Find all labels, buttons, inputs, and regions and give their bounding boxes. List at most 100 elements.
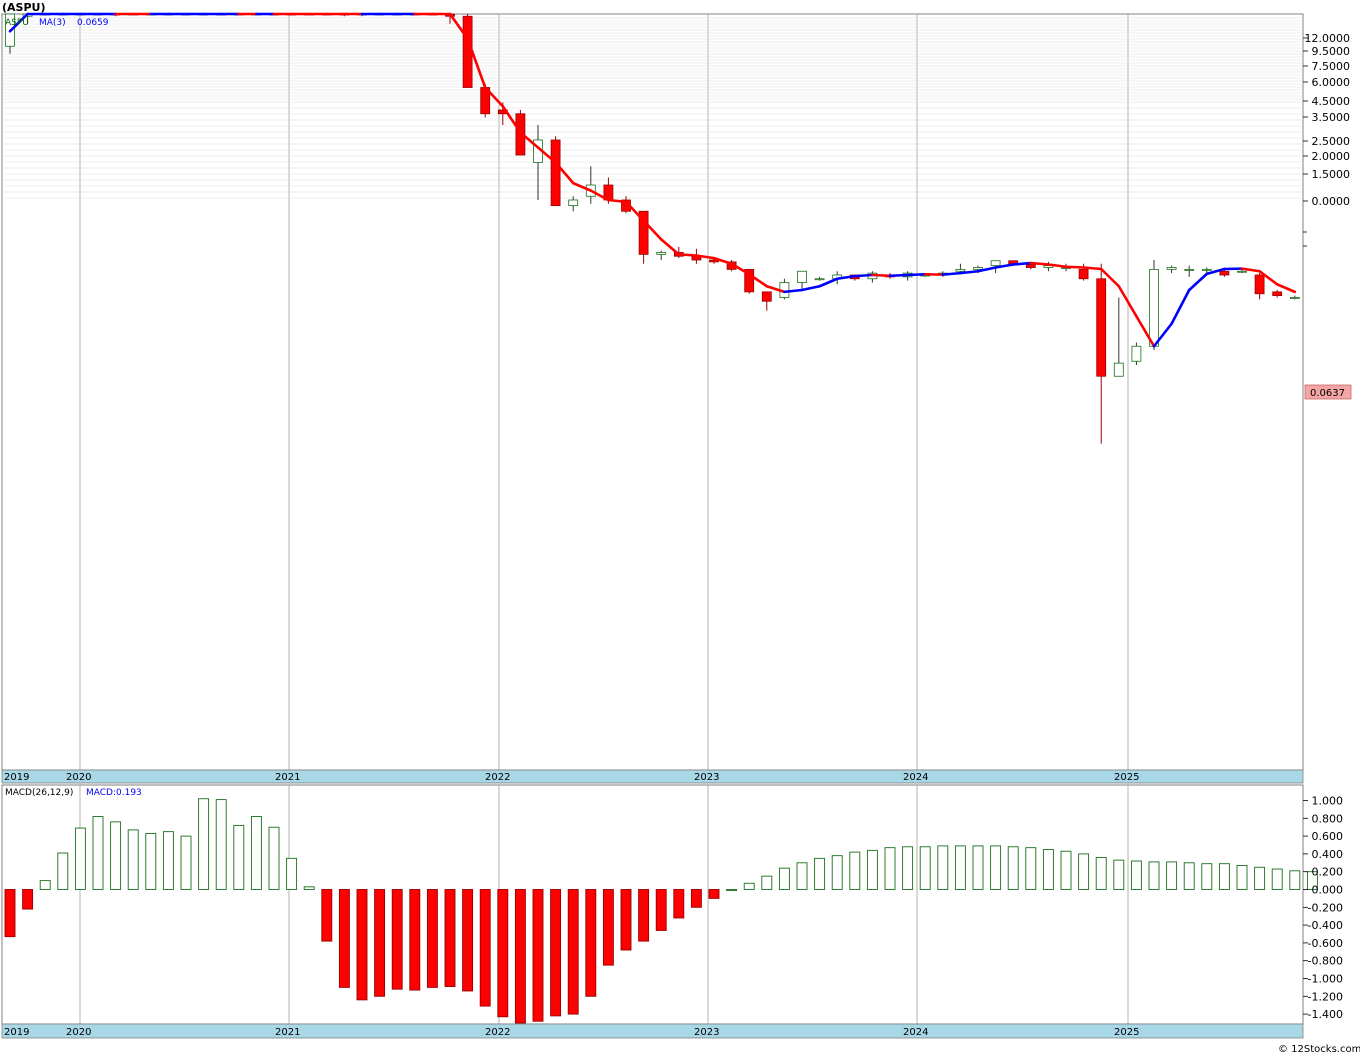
macd-ytick-label: 1.000 bbox=[1312, 795, 1344, 808]
chart-title: (ASPU) bbox=[2, 1, 45, 14]
price-xtick-label: 2024 bbox=[903, 772, 928, 783]
macd-bar bbox=[1236, 865, 1248, 890]
macd-bar bbox=[198, 798, 210, 890]
macd-x-axis-band bbox=[1, 1023, 1304, 1039]
legend-symbol: ASPU bbox=[5, 18, 29, 28]
macd-bar bbox=[919, 846, 931, 890]
ma-segment bbox=[1082, 266, 1103, 271]
ma-segment bbox=[677, 253, 698, 257]
macd-bar bbox=[726, 889, 738, 891]
macd-ytick-label: -1.000 bbox=[1308, 973, 1343, 986]
price-y-axis: 12.00009.5000 7.5000 6.0000 4.5000 3.5000 2.5… bbox=[1303, 32, 1351, 247]
candle-body bbox=[1201, 268, 1212, 271]
macd-bar bbox=[215, 799, 227, 890]
macd-bar bbox=[1113, 859, 1125, 890]
macd-ytick-label: -0.600 bbox=[1308, 937, 1343, 950]
macd-bar bbox=[127, 829, 139, 890]
macd-bar bbox=[1007, 846, 1019, 890]
macd-bar bbox=[1095, 857, 1107, 890]
macd-bar bbox=[1166, 861, 1178, 890]
candle-body bbox=[656, 252, 667, 255]
macd-bar bbox=[1078, 853, 1090, 890]
macd-bar bbox=[268, 826, 280, 890]
candle-body bbox=[1113, 362, 1124, 377]
macd-bar bbox=[1289, 870, 1301, 890]
copyright: © 12Stocks.com bbox=[1278, 1044, 1360, 1055]
macd-bar bbox=[303, 886, 315, 890]
macd-ytick-label: -0.400 bbox=[1308, 919, 1343, 932]
price-ytick-label: 4.5000 bbox=[1312, 95, 1351, 108]
macd-bar bbox=[708, 889, 720, 899]
macd-bar bbox=[374, 889, 386, 997]
candle-body bbox=[462, 15, 473, 88]
ma-segment bbox=[1064, 265, 1085, 269]
macd-bar bbox=[4, 889, 16, 938]
macd-bar bbox=[497, 889, 509, 1018]
macd-bar bbox=[796, 862, 808, 890]
macd-ytick-label: 0.200 bbox=[1312, 866, 1344, 879]
macd-bar bbox=[1025, 847, 1037, 890]
macd-bar bbox=[110, 821, 122, 890]
macd-bar bbox=[550, 889, 562, 1017]
macd-bar bbox=[1218, 863, 1230, 890]
macd-bar bbox=[567, 889, 579, 1015]
price-ytick-label: 12.0000 bbox=[1305, 32, 1351, 45]
macd-bar bbox=[479, 889, 491, 1007]
macd-bar bbox=[145, 832, 157, 890]
macd-bar bbox=[1148, 861, 1160, 890]
macd-bar bbox=[514, 889, 526, 1024]
macd-xtick-label: 2019 bbox=[4, 1027, 29, 1038]
macd-bar bbox=[1254, 866, 1266, 890]
macd-bar bbox=[39, 880, 51, 890]
macd-bar bbox=[655, 889, 667, 931]
macd-bar bbox=[74, 827, 86, 890]
macd-bar bbox=[1042, 849, 1054, 890]
candle-body bbox=[1166, 267, 1177, 270]
candle-body bbox=[1078, 268, 1089, 280]
macd-xtick-label: 2023 bbox=[694, 1027, 719, 1038]
macd-bar bbox=[286, 857, 298, 890]
macd-ytick-label: 0.000 bbox=[1312, 884, 1344, 897]
legend-ma-value: 0.0659 bbox=[77, 18, 109, 28]
macd-legend-label: MACD(26,12,9) bbox=[5, 788, 73, 798]
macd-bar bbox=[1183, 862, 1195, 890]
candle-body bbox=[1237, 270, 1247, 273]
candle-body bbox=[1149, 268, 1159, 347]
candle-body bbox=[955, 268, 966, 272]
macd-bar bbox=[638, 889, 650, 942]
macd-bar bbox=[22, 889, 34, 910]
legend-ma: MA(3) bbox=[39, 18, 66, 28]
price-legend: ASPU MA(3) 0.0659 bbox=[5, 18, 109, 28]
ma-segment bbox=[906, 272, 927, 277]
price-panel: 12.00009.5000 7.5000 6.0000 4.5000 3.5000 2.5… bbox=[1, 12, 1352, 784]
macd-bar bbox=[409, 889, 421, 991]
price-xtick-label: 2025 bbox=[1114, 772, 1139, 783]
macd-bar bbox=[972, 845, 984, 890]
macd-bar bbox=[673, 889, 685, 919]
macd-bar bbox=[426, 889, 438, 988]
candle-body bbox=[814, 278, 825, 281]
macd-bar bbox=[1271, 868, 1283, 890]
macd-bar bbox=[585, 889, 597, 997]
candle-body bbox=[973, 267, 983, 270]
price-plot-area bbox=[1, 13, 1304, 771]
macd-bar bbox=[162, 831, 174, 890]
ma-segment bbox=[871, 273, 892, 278]
candle-body bbox=[1025, 264, 1036, 268]
macd-ytick-label: -0.200 bbox=[1308, 901, 1343, 914]
macd-panel: 1.000 0.800 0.600 0.400 0.200 0.000 -0.200 -0.4… bbox=[1, 784, 1344, 1039]
macd-bar bbox=[778, 867, 790, 890]
price-xtick-label: 2023 bbox=[694, 772, 719, 783]
candle-body bbox=[990, 260, 1001, 267]
macd-bar bbox=[233, 824, 245, 890]
macd-bar bbox=[743, 882, 755, 890]
macd-bar bbox=[1060, 850, 1072, 890]
macd-bar bbox=[954, 845, 966, 890]
macd-bar bbox=[250, 816, 262, 890]
macd-bar bbox=[902, 846, 914, 890]
macd-bar bbox=[831, 855, 843, 890]
price-ytick-label: 0.0000 bbox=[1312, 195, 1351, 208]
price-x-axis-band bbox=[1, 769, 1304, 784]
macd-ytick-label: 0.800 bbox=[1312, 812, 1344, 825]
price-ytick-label: 3.5000 bbox=[1312, 111, 1351, 124]
